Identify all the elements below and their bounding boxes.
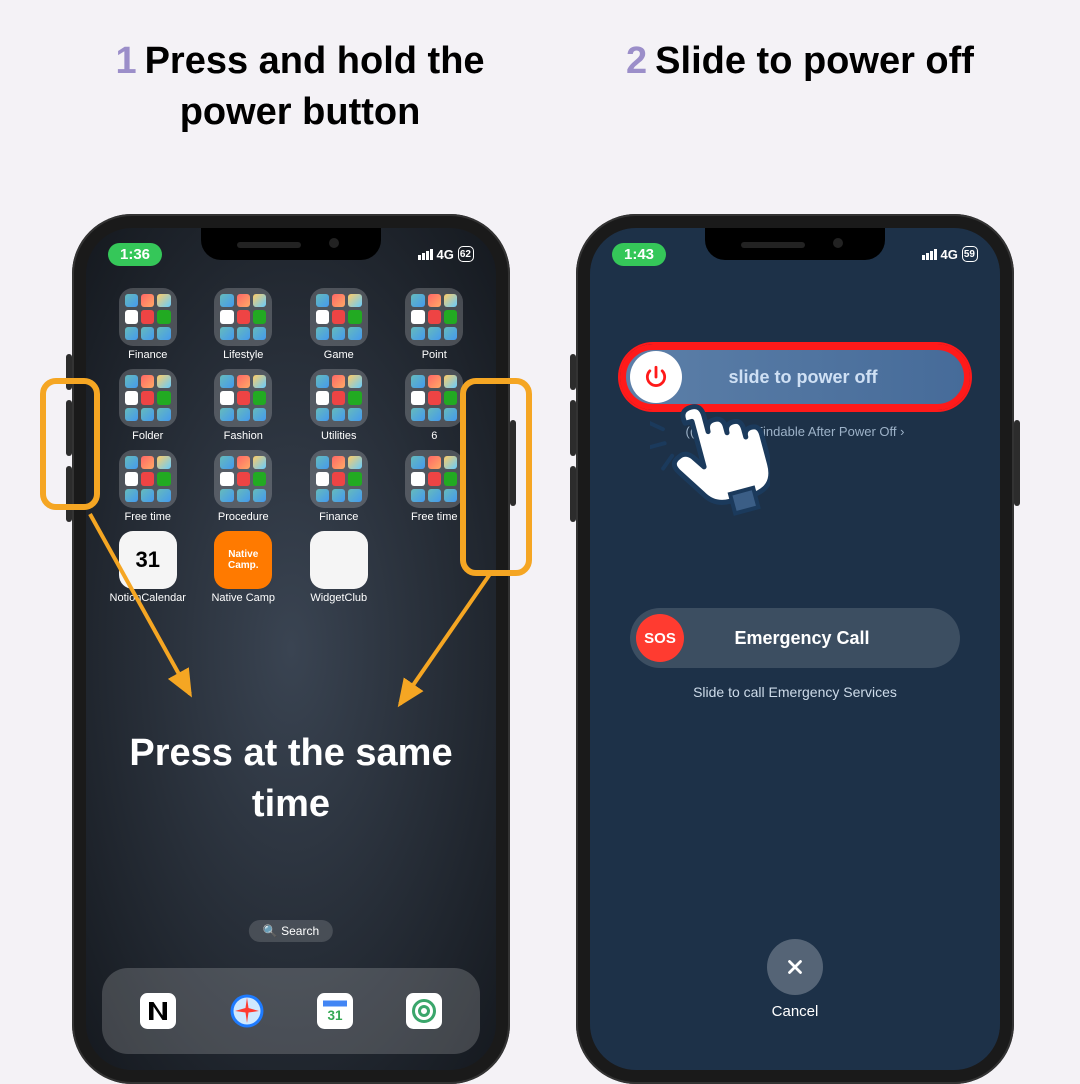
sos-icon[interactable]: SOS xyxy=(636,614,684,662)
dock-app-notion[interactable] xyxy=(128,981,188,1041)
folder[interactable]: Game xyxy=(291,288,387,361)
power-off-screen: 1:43 4G 59 slide to power off ((•)) iPho… xyxy=(590,228,1000,1070)
phone-mock-left: 1:36 4G 62 Finance Lifestyle Game Point Fold… xyxy=(72,214,510,1084)
folder-icon xyxy=(310,450,368,508)
folder-icon xyxy=(214,288,272,346)
battery-icon: 59 xyxy=(962,246,978,262)
app-label: Native Camp xyxy=(211,592,275,604)
dock-app-safari[interactable] xyxy=(217,981,277,1041)
dock-app-chatgpt[interactable] xyxy=(394,981,454,1041)
app-icon: 31 xyxy=(119,531,177,589)
folder-label: Free time xyxy=(125,511,171,523)
cancel-label: Cancel xyxy=(767,1003,823,1020)
time-pill: 1:36 xyxy=(108,243,162,266)
folder[interactable]: Fashion xyxy=(196,369,292,442)
slide-label: slide to power off xyxy=(682,367,964,388)
overlay-instruction: Press at the same time xyxy=(86,728,496,831)
folder-icon xyxy=(214,450,272,508)
time-pill: 1:43 xyxy=(612,243,666,266)
volume-up-button[interactable] xyxy=(570,400,576,456)
step-title: Press and hold the power button xyxy=(145,40,485,133)
folder-label: Finance xyxy=(319,511,358,523)
step-title: Slide to power off xyxy=(655,40,974,82)
folder-label: Utilities xyxy=(321,430,356,442)
app[interactable]: WidgetClub xyxy=(291,531,387,604)
app[interactable]: 31 NotionCalendar xyxy=(100,531,196,604)
folder-label: Finance xyxy=(128,349,167,361)
folder-icon xyxy=(119,288,177,346)
folder-label: Free time xyxy=(411,511,457,523)
notch xyxy=(705,228,885,260)
dock-app-calendar[interactable]: 31 xyxy=(305,981,365,1041)
folder[interactable]: Finance xyxy=(291,450,387,523)
search-label: Search xyxy=(281,924,319,938)
search-pill[interactable]: 🔍 Search xyxy=(249,920,333,942)
app-label: WidgetClub xyxy=(310,592,367,604)
folder-icon xyxy=(405,450,463,508)
app-icon xyxy=(310,531,368,589)
phone-mock-right: 1:43 4G 59 slide to power off ((•)) iPho… xyxy=(576,214,1014,1084)
app-grid: Finance Lifestyle Game Point Folder Fashion Ut… xyxy=(86,288,496,604)
svg-text:31: 31 xyxy=(328,1008,344,1023)
folder-label: 6 xyxy=(431,430,437,442)
folder[interactable]: Procedure xyxy=(196,450,292,523)
highlight-volume-button xyxy=(40,378,100,510)
cancel-button[interactable] xyxy=(767,939,823,995)
folder-icon xyxy=(214,369,272,427)
emergency-call-slider[interactable]: SOS Emergency Call xyxy=(630,608,960,668)
folder-icon xyxy=(310,369,368,427)
network-label: 4G xyxy=(437,247,454,262)
folder-label: Point xyxy=(422,349,447,361)
sos-subtext: Slide to call Emergency Services xyxy=(630,684,960,700)
power-icon[interactable] xyxy=(630,351,682,403)
battery-icon: 62 xyxy=(458,246,474,262)
home-screen: 1:36 4G 62 Finance Lifestyle Game Point Fold… xyxy=(86,228,496,1070)
folder-icon xyxy=(310,288,368,346)
dock: 31 xyxy=(102,968,480,1054)
folder-label: Fashion xyxy=(224,430,263,442)
folder[interactable]: Free time xyxy=(100,450,196,523)
app-icon: Native Camp. xyxy=(214,531,272,589)
app[interactable]: Native Camp. Native Camp xyxy=(196,531,292,604)
step-number: 1 xyxy=(115,40,136,82)
volume-down-button[interactable] xyxy=(570,466,576,522)
highlight-power-button xyxy=(460,378,532,576)
folder[interactable]: Utilities xyxy=(291,369,387,442)
power-button[interactable] xyxy=(1014,420,1020,506)
folder-label: Game xyxy=(324,349,354,361)
signal-bars-icon xyxy=(922,249,937,260)
network-label: 4G xyxy=(941,247,958,262)
step-number: 2 xyxy=(626,40,647,82)
mute-switch[interactable] xyxy=(570,354,576,390)
step-1-heading: 1Press and hold the power button xyxy=(60,36,540,139)
app-label: NotionCalendar xyxy=(110,592,186,604)
folder-icon xyxy=(119,369,177,427)
folder[interactable]: Point xyxy=(387,288,483,361)
signal-bars-icon xyxy=(418,249,433,260)
folder-label: Procedure xyxy=(218,511,269,523)
folder[interactable]: Finance xyxy=(100,288,196,361)
step-2-heading: 2Slide to power off xyxy=(560,36,1040,87)
pointer-hand-icon xyxy=(650,398,770,528)
folder-icon xyxy=(405,288,463,346)
folder[interactable]: Folder xyxy=(100,369,196,442)
sos-label: Emergency Call xyxy=(684,628,960,649)
folder[interactable]: Lifestyle xyxy=(196,288,292,361)
close-icon xyxy=(784,956,806,978)
folder-icon xyxy=(119,450,177,508)
notch xyxy=(201,228,381,260)
folder-label: Lifestyle xyxy=(223,349,263,361)
folder-label: Folder xyxy=(132,430,163,442)
folder-icon xyxy=(405,369,463,427)
